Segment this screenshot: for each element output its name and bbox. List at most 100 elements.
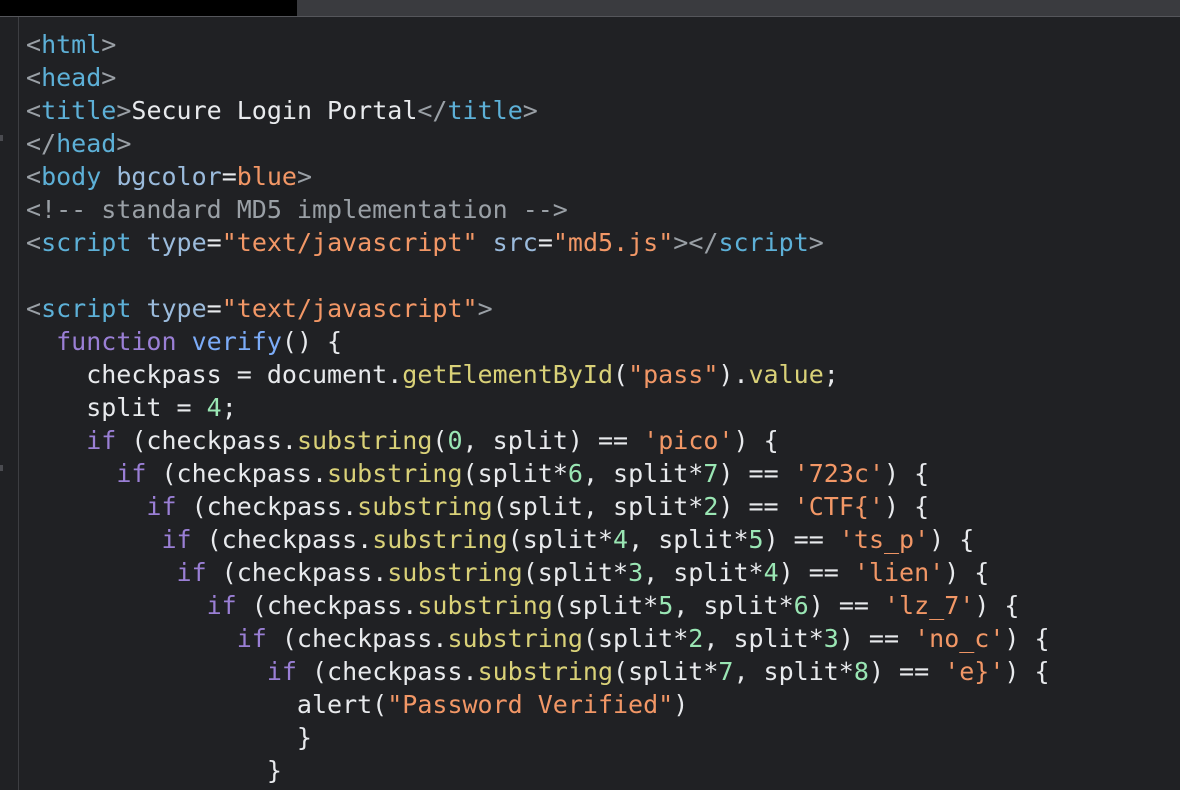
string-literal: '723c' <box>793 459 884 488</box>
tag-name: body <box>41 162 102 191</box>
operator: = <box>206 294 222 323</box>
bracket: > <box>116 96 132 125</box>
code-text: ) { <box>733 426 779 455</box>
string-literal: 'e}' <box>944 657 1005 686</box>
code-line: alert("Password Verified") <box>26 688 1050 721</box>
code-text: (split* <box>522 558 629 587</box>
keyword: if <box>146 492 177 521</box>
string-literal: "pass" <box>628 360 719 389</box>
code-text: (split* <box>552 591 659 620</box>
bracket: < <box>26 30 42 59</box>
number-literal: 7 <box>718 657 734 686</box>
method-name: substring <box>327 459 463 488</box>
code-line: if (checkpass.substring(split*5, split*6… <box>26 589 1050 622</box>
bracket: < <box>26 96 42 125</box>
code-text: ). <box>718 360 749 389</box>
code-text: , split* <box>703 624 824 653</box>
string-literal: 'pico' <box>643 426 734 455</box>
code-text: , split* <box>733 657 854 686</box>
keyword: if <box>206 591 237 620</box>
bracket: > <box>522 96 538 125</box>
source-code[interactable]: <html> <head> <title>Secure Login Portal</… <box>26 28 1050 787</box>
code-text: ) == <box>763 525 839 554</box>
tag-name: script <box>41 228 132 257</box>
string-literal: "Password Verified" <box>387 690 674 719</box>
bracket: > <box>296 162 313 191</box>
tag-name: head <box>41 63 102 92</box>
code-text: (checkpass. <box>146 459 328 488</box>
code-line: function verify() { <box>26 325 1050 358</box>
code-text: ( <box>613 360 629 389</box>
string-literal: "text/javascript" <box>221 294 478 323</box>
bracket: > <box>808 228 824 257</box>
bracket: < <box>26 228 42 257</box>
code-text: , split* <box>582 459 704 488</box>
code-text: ) { <box>974 591 1020 620</box>
string-literal: 'lz_7' <box>884 591 975 620</box>
code-text: ) == <box>718 492 794 521</box>
string-literal: blue <box>236 162 297 191</box>
method-name: substring <box>357 492 493 521</box>
code-line: <script type="text/javascript"> <box>26 292 1050 325</box>
code-text: (checkpass. <box>116 426 297 455</box>
code-text: ) { <box>883 492 930 521</box>
method-name: substring <box>372 525 508 554</box>
active-tab[interactable] <box>0 0 297 16</box>
number-literal: 8 <box>853 657 869 686</box>
code-text: () { <box>281 327 343 356</box>
number-literal: 3 <box>628 558 644 587</box>
code-text: (split* <box>462 459 568 488</box>
code-text: ; <box>823 360 839 389</box>
line-gutter <box>0 17 19 790</box>
code-text: Secure Login Portal <box>131 96 418 125</box>
code-text: , split) == <box>462 426 644 455</box>
code-line: if (checkpass.substring(split*4, split*5… <box>26 523 1050 556</box>
code-line: checkpass = document.getElementById("pas… <box>26 358 1050 391</box>
attribute-name: bgcolor <box>116 162 222 191</box>
code-text: (checkpass. <box>236 591 418 620</box>
code-line: if (checkpass.substring(split*2, split*3… <box>26 622 1050 655</box>
code-text: split = <box>26 393 207 422</box>
code-text: ) == <box>868 657 945 686</box>
code-text: ) { <box>1004 624 1050 653</box>
method-name: substring <box>387 558 523 587</box>
code-text: (split, split* <box>492 492 704 521</box>
number-literal: 6 <box>567 459 583 488</box>
bracket: </ <box>417 96 448 125</box>
code-text: (split* <box>613 657 719 686</box>
code-text: alert( <box>26 690 388 719</box>
code-line: split = 4; <box>26 391 1050 424</box>
string-literal: 'lien' <box>853 558 945 587</box>
code-line: } <box>26 754 1050 787</box>
keyword: if <box>86 426 117 455</box>
method-name: substring <box>447 624 583 653</box>
operator: = <box>537 228 553 257</box>
code-line: <!-- standard MD5 implementation --> <box>26 193 1050 226</box>
code-text: ) == <box>718 459 794 488</box>
code-line: <body bgcolor=blue> <box>26 160 1050 193</box>
number-literal: 7 <box>703 459 719 488</box>
function-name: verify <box>191 327 282 356</box>
attribute-name: type <box>146 294 207 323</box>
operator: = <box>221 162 237 191</box>
number-literal: 4 <box>206 393 222 422</box>
number-literal: 2 <box>688 624 704 653</box>
number-literal: 3 <box>823 624 839 653</box>
code-text: ) == <box>778 558 854 587</box>
code-line: <title>Secure Login Portal</title> <box>26 94 1050 127</box>
code-text: (split* <box>507 525 614 554</box>
code-viewer-window: <html> <head> <title>Secure Login Portal</… <box>0 0 1180 790</box>
string-literal: 'no_c' <box>914 624 1005 653</box>
method-name: substring <box>296 426 433 455</box>
string-literal: "md5.js" <box>552 228 674 257</box>
number-literal: 2 <box>703 492 719 521</box>
